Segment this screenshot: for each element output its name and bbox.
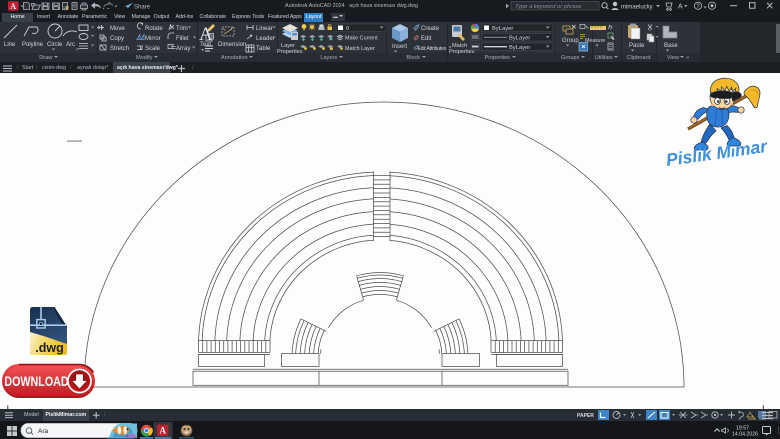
svg-text:Scale: Scale — [145, 46, 161, 52]
svg-text:Circle: Circle — [47, 42, 63, 48]
svg-text:DOWNLOAD: DOWNLOAD — [4, 374, 68, 389]
svg-text:Leader: Leader — [256, 36, 275, 42]
svg-text:Insert: Insert — [392, 44, 407, 50]
svg-text:Match Layer: Match Layer — [345, 46, 375, 52]
svg-text:Type a keyword or phrase: Type a keyword or phrase — [515, 4, 582, 10]
svg-text:Linear: Linear — [256, 26, 273, 32]
svg-text:Trim: Trim — [176, 26, 188, 32]
svg-text:Arc: Arc — [66, 42, 75, 48]
svg-text:Polyline: Polyline — [22, 42, 44, 48]
svg-text:Fillet: Fillet — [176, 36, 189, 42]
svg-text:ByLayer: ByLayer — [492, 26, 513, 32]
svg-text:Properties: Properties — [277, 49, 303, 55]
svg-text:Paste: Paste — [629, 43, 645, 49]
svg-text:Pislik Mımar: Pislik Mımar — [665, 136, 770, 170]
svg-text:Edit: Edit — [421, 36, 432, 42]
svg-text:Dimension: Dimension — [218, 42, 246, 48]
svg-text:Array: Array — [176, 46, 190, 52]
svg-text:Copy: Copy — [110, 36, 124, 42]
svg-text:?: ? — [696, 3, 700, 10]
svg-text:.dwg: .dwg — [35, 341, 63, 355]
svg-text:Make Current: Make Current — [345, 36, 378, 42]
svg-text:Ara: Ara — [38, 428, 49, 435]
svg-text:19:57: 19:57 — [736, 425, 749, 431]
svg-text:14.04.2026: 14.04.2026 — [732, 432, 758, 438]
svg-text:Text: Text — [200, 42, 211, 48]
svg-text:A: A — [678, 4, 683, 11]
svg-text:Table: Table — [256, 46, 271, 52]
svg-text:0: 0 — [346, 26, 349, 32]
svg-text:Base: Base — [664, 43, 678, 49]
svg-text:ByLayer: ByLayer — [509, 36, 530, 42]
svg-text:A: A — [159, 426, 166, 436]
svg-text:Line: Line — [4, 42, 16, 48]
svg-text:Move: Move — [110, 26, 125, 32]
svg-text:ByLayer: ByLayer — [509, 45, 530, 51]
svg-text:Rotate: Rotate — [145, 26, 163, 32]
svg-text:Group: Group — [562, 38, 579, 44]
svg-text:Stretch: Stretch — [110, 46, 129, 52]
svg-text:Mirror: Mirror — [145, 36, 161, 42]
svg-text:Measure: Measure — [585, 38, 605, 44]
svg-text:A: A — [10, 2, 16, 11]
svg-text:Edit Attributes: Edit Attributes — [418, 46, 447, 52]
svg-text:Create: Create — [421, 26, 440, 32]
svg-text:Share: Share — [134, 5, 151, 11]
svg-text:mimaelucky: mimaelucky — [621, 4, 653, 10]
